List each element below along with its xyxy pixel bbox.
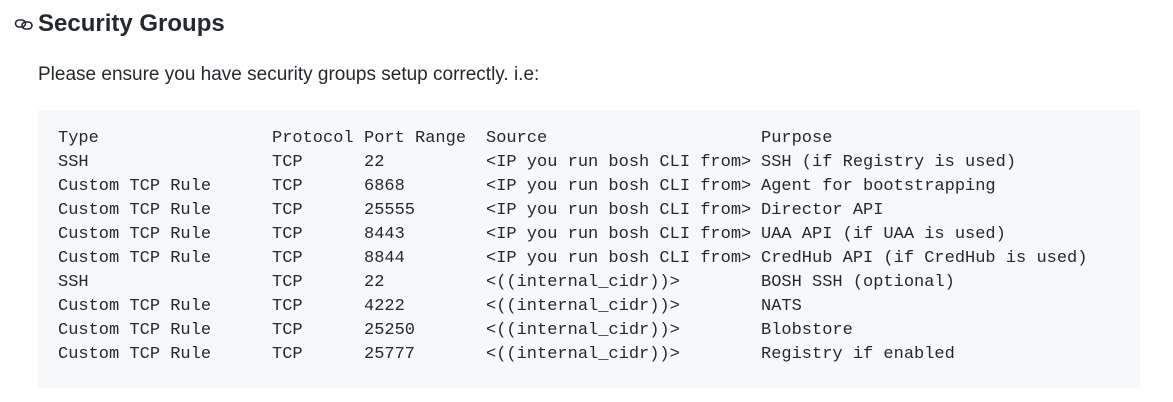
cell-type: Custom TCP Rule — [58, 345, 212, 364]
cell-protocol: TCP — [272, 345, 303, 364]
cell-source: <IP you run bosh CLI from> — [486, 153, 752, 172]
table-row: Custom TCP Rule TCP 25777 <((internal_ci… — [58, 343, 1140, 367]
cell-protocol: TCP — [272, 273, 303, 292]
cell-protocol: TCP — [272, 153, 303, 172]
table-row: Custom TCP Rule TCP 8844 <IP you run bos… — [58, 247, 1140, 271]
cell-source: <((internal_cidr))> — [486, 273, 680, 292]
table-row: Custom TCP Rule TCP 8443 <IP you run bos… — [58, 223, 1140, 247]
header-protocol: Protocol — [272, 129, 354, 148]
intro-text: Please ensure you have security groups s… — [38, 64, 540, 85]
cell-source: <((internal_cidr))> — [486, 345, 680, 364]
cell-port-range: 22 — [364, 273, 385, 292]
cell-purpose: UAA API (if UAA is used) — [761, 225, 1006, 244]
cell-purpose: NATS — [761, 297, 802, 316]
cell-protocol: TCP — [272, 297, 303, 316]
link-icon[interactable] — [14, 15, 36, 33]
security-groups-code-block: Type Protocol Port Range Source Purpose … — [38, 110, 1140, 388]
cell-protocol: TCP — [272, 177, 303, 196]
cell-source: <IP you run bosh CLI from> — [486, 249, 752, 268]
table-header-row: Type Protocol Port Range Source Purpose — [58, 127, 1140, 151]
cell-source: <IP you run bosh CLI from> — [486, 177, 752, 196]
cell-type: SSH — [58, 273, 89, 292]
cell-type: Custom TCP Rule — [58, 225, 212, 244]
cell-purpose: Director API — [761, 201, 884, 220]
cell-purpose: Agent for bootstrapping — [761, 177, 996, 196]
cell-type: Custom TCP Rule — [58, 249, 212, 268]
cell-protocol: TCP — [272, 249, 303, 268]
table-row: Custom TCP Rule TCP 25555 <IP you run bo… — [58, 199, 1140, 223]
cell-port-range: 25250 — [364, 321, 416, 340]
cell-port-range: 6868 — [364, 177, 405, 196]
table-row: Custom TCP Rule TCP 4222 <((internal_cid… — [58, 295, 1140, 319]
cell-source: <IP you run bosh CLI from> — [486, 201, 752, 220]
header-port-range: Port Range — [364, 129, 467, 148]
cell-source: <((internal_cidr))> — [486, 321, 680, 340]
cell-type: Custom TCP Rule — [58, 297, 212, 316]
table-row: Custom TCP Rule TCP 6868 <IP you run bos… — [58, 175, 1140, 199]
section-heading: Security Groups — [14, 8, 225, 40]
table-row: SSH TCP 22 <((internal_cidr))> BOSH SSH … — [58, 271, 1140, 295]
cell-source: <IP you run bosh CLI from> — [486, 225, 752, 244]
cell-protocol: TCP — [272, 225, 303, 244]
header-source: Source — [486, 129, 548, 148]
header-type: Type — [58, 129, 99, 148]
cell-port-range: 22 — [364, 153, 385, 172]
cell-protocol: TCP — [272, 321, 303, 340]
cell-purpose: BOSH SSH (optional) — [761, 273, 955, 292]
cell-protocol: TCP — [272, 201, 303, 220]
page-title: Security Groups — [38, 10, 225, 37]
cell-port-range: 8844 — [364, 249, 405, 268]
header-purpose: Purpose — [761, 129, 833, 148]
cell-type: SSH — [58, 153, 89, 172]
cell-port-range: 25555 — [364, 201, 416, 220]
cell-port-range: 4222 — [364, 297, 405, 316]
cell-port-range: 25777 — [364, 345, 416, 364]
table-row: SSH TCP 22 <IP you run bosh CLI from> SS… — [58, 151, 1140, 175]
cell-port-range: 8443 — [364, 225, 405, 244]
cell-purpose: SSH (if Registry is used) — [761, 153, 1017, 172]
cell-source: <((internal_cidr))> — [486, 297, 680, 316]
cell-type: Custom TCP Rule — [58, 201, 212, 220]
table-row: Custom TCP Rule TCP 25250 <((internal_ci… — [58, 319, 1140, 343]
cell-type: Custom TCP Rule — [58, 177, 212, 196]
cell-purpose: Registry if enabled — [761, 345, 955, 364]
cell-purpose: Blobstore — [761, 321, 853, 340]
cell-type: Custom TCP Rule — [58, 321, 212, 340]
cell-purpose: CredHub API (if CredHub is used) — [761, 249, 1088, 268]
